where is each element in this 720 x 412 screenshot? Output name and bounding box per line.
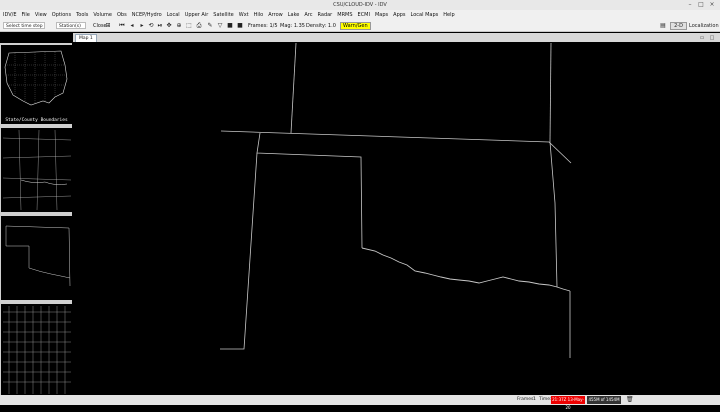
trash-icon[interactable]: 🗑: [626, 397, 634, 403]
menu-obs[interactable]: Obs: [117, 12, 127, 18]
warngen-button[interactable]: Warn/Gen: [340, 22, 371, 30]
side-panel: State/County Boundaries: [0, 43, 72, 395]
menu-arc[interactable]: Arc: [304, 12, 312, 18]
menu-radar[interactable]: Radar: [318, 12, 333, 18]
menu-mrms[interactable]: MRMS: [337, 12, 352, 18]
zoom-icon[interactable]: ⊕: [176, 23, 182, 29]
sample-icon[interactable]: ▽: [217, 23, 223, 29]
regional-map-thumbnail: [2, 129, 72, 211]
tab-map-label: Map 1: [79, 36, 93, 41]
pan-icon[interactable]: ✥: [166, 23, 172, 29]
select-icon[interactable]: ⬚: [186, 23, 192, 29]
panel-state[interactable]: [1, 216, 72, 300]
map-canvas[interactable]: [73, 42, 720, 395]
loop-icon[interactable]: ⟲: [148, 23, 154, 29]
county-map-thumbnail: [3, 306, 71, 394]
menu-volume[interactable]: Volume: [93, 12, 112, 18]
menu-local[interactable]: Local: [167, 12, 180, 18]
station-select[interactable]: Station(s): [56, 22, 86, 29]
menu-local-maps[interactable]: Local Maps: [411, 12, 439, 18]
tab-map[interactable]: Map 1: [75, 34, 97, 42]
menu-maps[interactable]: Maps: [375, 12, 388, 18]
animate-icon[interactable]: ⏯: [157, 23, 163, 29]
menu-view[interactable]: View: [35, 12, 47, 18]
state-map-thumbnail: [5, 225, 71, 287]
menu-options[interactable]: Options: [52, 12, 71, 18]
menu-file[interactable]: File: [22, 12, 30, 18]
panel-state-county[interactable]: State/County Boundaries: [1, 45, 72, 124]
menu-idve[interactable]: IDV/E: [3, 12, 17, 18]
panel-label: State/County Boundaries: [5, 118, 68, 123]
toolbar: Select time step Station(s) Close ⊞ ⏮ ◂ …: [0, 20, 720, 32]
menu-lake[interactable]: Lake: [288, 12, 300, 18]
time-step-select[interactable]: Select time step: [3, 22, 45, 29]
maximize-icon[interactable]: □: [697, 1, 705, 9]
options-icon[interactable]: ✎: [207, 23, 213, 29]
panel-regional[interactable]: [1, 128, 72, 212]
us-map-thumbnail: [4, 50, 68, 106]
background-icon[interactable]: ■: [237, 23, 243, 29]
2d-mode-button[interactable]: 2-D: [670, 22, 687, 30]
frames-control[interactable]: Frames: 1/5: [248, 22, 278, 30]
menu-ncep-hydro[interactable]: NCEP/Hydro: [132, 12, 162, 18]
status-frames-value: 1: [533, 397, 536, 402]
tab-maximize-icon[interactable]: □: [709, 35, 715, 41]
tab-strip: Map 1 ▭ □: [73, 33, 720, 42]
close-window-icon[interactable]: ×: [708, 1, 716, 9]
status-time-label: Time:: [539, 397, 552, 402]
image-icon[interactable]: ■: [227, 23, 233, 29]
step-back-icon[interactable]: ◂: [129, 23, 135, 29]
menu-arrow[interactable]: Arrow: [268, 12, 282, 18]
menu-bar: IDV/E File View Options Tools Volume Obs…: [0, 10, 720, 20]
density-control[interactable]: Density: 1.0: [306, 22, 336, 30]
status-bar: Frames: 1 Time: 21:37Z 13-May-20 455M of…: [0, 395, 720, 410]
minimize-icon[interactable]: –: [686, 1, 694, 9]
tab-restore-icon[interactable]: ▭: [699, 35, 705, 41]
localization-button[interactable]: Localization: [689, 22, 719, 30]
window-titlebar: CSU/CLOUD-IDV - IDV – □ ×: [0, 0, 720, 10]
panel-county[interactable]: [1, 304, 72, 395]
menu-apps[interactable]: Apps: [393, 12, 405, 18]
first-frame-icon[interactable]: ⏮: [119, 23, 125, 29]
magnification-control[interactable]: Mag: 1.35: [280, 22, 305, 30]
menu-tools[interactable]: Tools: [76, 12, 88, 18]
status-time: 21:37Z 13-May-20: [551, 396, 585, 410]
print-icon[interactable]: ⎙: [196, 23, 202, 29]
menu-help[interactable]: Help: [443, 12, 454, 18]
menu-wxt[interactable]: Wxt: [239, 12, 249, 18]
menu-hilo[interactable]: Hilo: [254, 12, 264, 18]
menu-satellite[interactable]: Satellite: [213, 12, 233, 18]
clear-icon[interactable]: ⊞: [105, 23, 111, 29]
panel-icon[interactable]: ▤: [660, 23, 666, 29]
map-boundaries: [220, 42, 572, 358]
window-title: CSU/CLOUD-IDV - IDV: [333, 2, 387, 8]
step-forward-icon[interactable]: ▸: [139, 23, 145, 29]
memory-usage: 455M of 1454M: [587, 396, 621, 404]
menu-upper-air[interactable]: Upper Air: [185, 12, 209, 18]
menu-ecmi[interactable]: ECMI: [358, 12, 370, 18]
